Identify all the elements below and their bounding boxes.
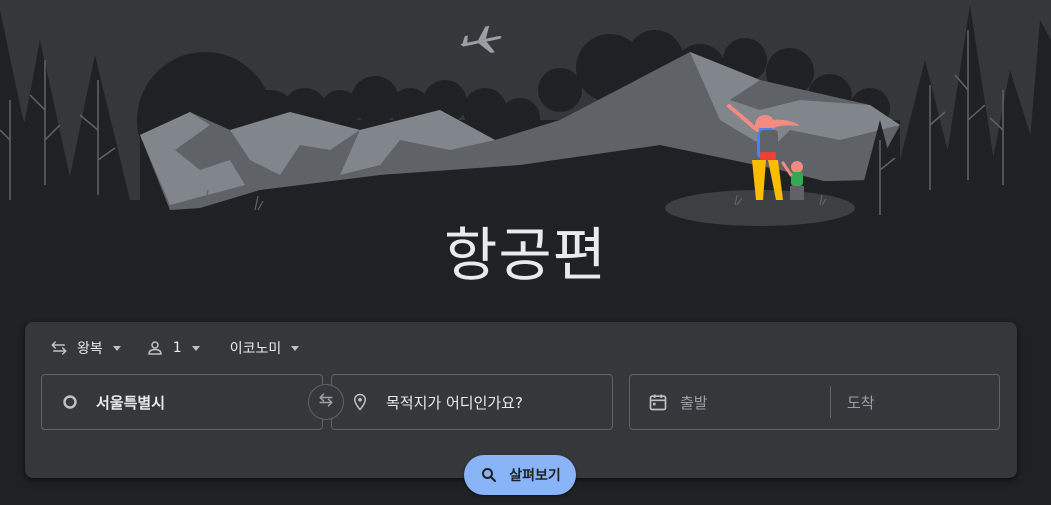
cabin-class-select[interactable]: 이코노미 — [220, 336, 300, 360]
destination-field[interactable]: 목적지가 어디인가요? — [331, 374, 613, 430]
return-date-input[interactable]: 도착 — [831, 375, 875, 429]
origin-field[interactable]: 서울특별시 — [41, 374, 323, 430]
depart-date-input[interactable]: 출발 — [630, 375, 830, 429]
explore-search-button[interactable]: 살펴보기 — [464, 455, 576, 495]
passengers-select[interactable]: 1 — [145, 336, 200, 360]
passenger-count: 1 — [172, 340, 182, 356]
cabin-class-label: 이코노미 — [229, 341, 282, 357]
dates-field: 출발 도착 — [629, 374, 1000, 430]
trip-type-select[interactable]: 왕복 — [49, 336, 121, 360]
location-pin-icon — [348, 390, 372, 414]
chevron-down-icon — [112, 345, 121, 351]
search-icon — [479, 465, 499, 485]
trip-type-label: 왕복 — [77, 341, 103, 357]
destination-placeholder: 목적지가 어디인가요? — [386, 393, 523, 412]
depart-placeholder: 출발 — [680, 393, 708, 412]
search-button-label: 살펴보기 — [509, 468, 561, 484]
chevron-down-icon — [291, 345, 300, 351]
round-trip-icon — [49, 338, 69, 358]
origin-value: 서울특별시 — [96, 393, 166, 412]
person-icon — [145, 338, 165, 358]
circle-icon — [58, 390, 82, 414]
swap-locations-button[interactable] — [308, 384, 344, 420]
swap-icon — [316, 390, 336, 414]
chevron-down-icon — [191, 345, 200, 351]
return-placeholder: 도착 — [847, 393, 875, 412]
page-title: 항공편 — [443, 221, 608, 289]
flight-search-card: 왕복 1 이코노미 서울특별시 목적지가 어디인가요? 출발 도착 살펴보기 — [25, 322, 1017, 495]
search-options: 왕복 1 이코노미 — [49, 336, 300, 360]
calendar-icon — [646, 390, 670, 414]
